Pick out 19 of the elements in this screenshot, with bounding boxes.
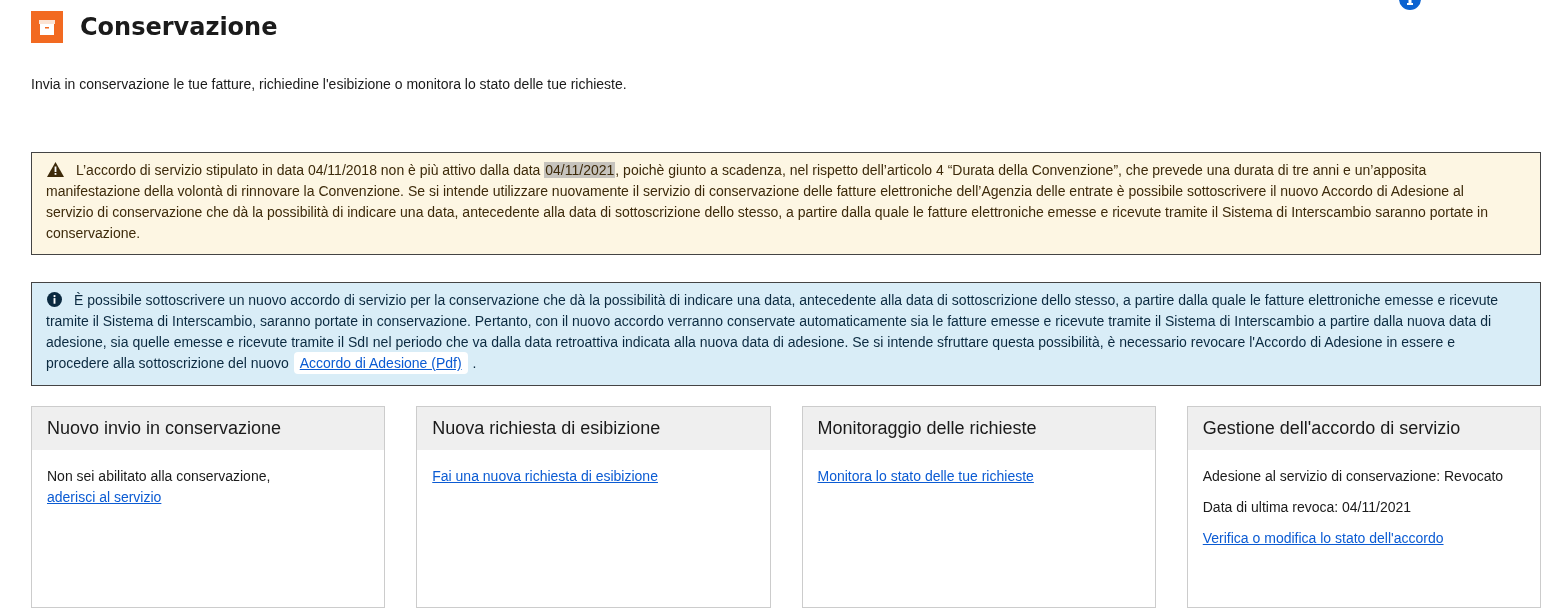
page-description: Invia in conservazione le tue fatture, richiedine l'esibizione o monitora lo stato delle tue richieste.	[31, 76, 628, 92]
card-link[interactable]: Monitora lo stato delle tue richieste	[817, 468, 1034, 484]
card-link[interactable]: Verifica o modifica lo stato dell'accordo	[1202, 530, 1444, 546]
card-title: Nuovo invio in conservazione	[47, 417, 283, 440]
card-title: Nuova richiesta di esibizione	[432, 417, 662, 440]
card-text: Data di ultima revoca: 04/11/2021	[1202, 499, 1412, 515]
info-message: È possibile sottoscrivere un nuovo accordo di servizio per la conservazione che dà la possibilità di indicare una data, antecedente alla data di sottoscrizione dello stesso, a partire dalla quale le fatture elettroniche emesse e ricevute tramite il Sistema di Interscambio, saranno portate in conservazione. Pertanto, con il nuovo accordo verranno conservate automaticamente sia le fatture emesse e ricevute tramite il Sistema di Interscambio a partire dalla nuova data di adesione, sia quelle emesse e ricevute tramite il SdI nel periodo che va dalla data retroattiva indicata alla nuova data di adesione. Se si intende sfruttare questa possibilità, è necessario revocare l'Accordo di Adesione in essere e procedere alla sottoscrizione del nuovo Accordo di Adesione (Pdf) .	[46, 290, 1500, 374]
card-link[interactable]: aderisci al servizio	[47, 489, 162, 505]
card-title: Monitoraggio delle richieste	[817, 417, 1038, 440]
card-text: Non sei abilitato alla conservazione,	[47, 468, 271, 484]
card-text: Adesione al servizio di conservazione: Revocato	[1202, 468, 1504, 484]
archive-box-icon	[31, 11, 63, 43]
warning-message: L’accordo di servizio stipulato in data 04/11/2018 non è più attivo dalla data 04/11/2021, poichè giunto a scadenza, nel rispetto dell’articolo 4 “Durata della Convenzione”, che prevede una durata di tre anni e un’apposita manifestazione della volontà di rinnovare la Convenzione. Se si intende utilizzare nuovamente il servizio di conservazione delle fatture elettroniche dell’Agenzia delle entrate è possibile sottoscrivere il nuovo Accordo di Adesione al servizio di conservazione che dà la possibilità di indicare una data, antecedente alla data di sottoscrizione dello stesso, a partire dalla quale le fatture elettroniche emesse e ricevute tramite il Sistema di Interscambio saranno portate in conservazione.	[46, 161, 1490, 243]
card-title: Gestione dell'accordo di servizio	[1202, 417, 1462, 440]
warning-icon	[47, 162, 64, 177]
info-icon	[47, 292, 62, 307]
agreement-pdf-link[interactable]: Accordo di Adesione (Pdf)	[293, 352, 468, 374]
page-title: Conservazione	[80, 12, 278, 43]
card-link[interactable]: Fai una nuova richiesta di esibizione	[432, 468, 658, 484]
